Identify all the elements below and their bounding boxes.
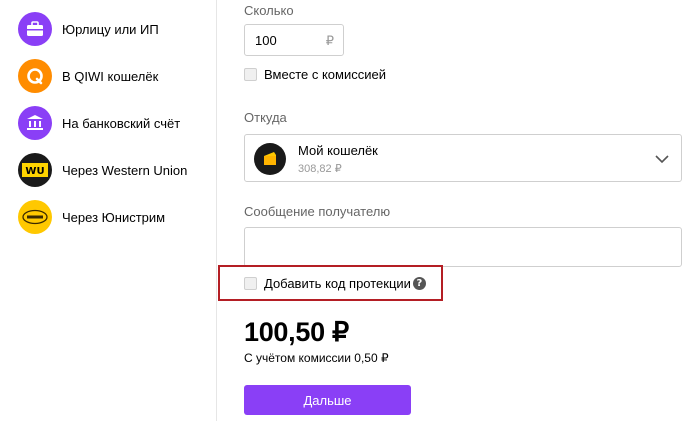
sidebar-divider — [216, 0, 217, 421]
wallet-balance: 308,82 ₽ — [298, 163, 342, 175]
bank-icon — [18, 106, 52, 140]
source-wallet-select[interactable]: Мой кошелёк 308,82 ₽ — [244, 134, 682, 182]
source-label: Откуда — [244, 110, 287, 125]
protection-code-label: Добавить код протекции — [264, 276, 411, 291]
message-input[interactable] — [244, 227, 682, 267]
total-amount: 100,50 ₽ — [244, 317, 349, 347]
message-label: Сообщение получателю — [244, 204, 391, 219]
currency-symbol: ₽ — [325, 33, 334, 48]
sidebar-item-label: В QIWI кошелёк — [62, 68, 159, 84]
checkbox-box[interactable] — [244, 68, 257, 81]
checkbox-box[interactable] — [244, 277, 257, 290]
sidebar-item-qiwi-wallet[interactable]: В QIWI кошелёк — [18, 59, 158, 93]
amount-label: Сколько — [244, 3, 294, 18]
next-button[interactable]: Дальше — [244, 385, 411, 415]
amount-value: 100 — [255, 33, 277, 48]
sidebar-item-label: Через Western Union — [62, 162, 188, 178]
commission-note: С учётом комиссии 0,50 ₽ — [244, 351, 389, 365]
sidebar-item-bank-account[interactable]: На банковский счёт — [18, 106, 180, 140]
briefcase-icon — [18, 12, 52, 46]
unistream-logo-icon — [18, 200, 52, 234]
wallet-icon — [254, 143, 286, 175]
sidebar-item-unistream[interactable]: Через Юнистрим — [18, 200, 165, 234]
sidebar-item-legal-entity[interactable]: Юрлицу или ИП — [18, 12, 159, 46]
help-icon[interactable]: ? — [412, 277, 426, 290]
with-commission-checkbox[interactable]: Вместе с комиссией — [244, 67, 386, 82]
wallet-name: Мой кошелёк — [298, 143, 378, 158]
sidebar-item-label: Юрлицу или ИП — [62, 21, 159, 37]
protection-code-checkbox[interactable]: Добавить код протекции ? — [244, 276, 426, 291]
qiwi-logo-icon — [18, 59, 52, 93]
sidebar-item-label: На банковский счёт — [62, 115, 181, 131]
chevron-down-icon[interactable] — [655, 151, 669, 169]
sidebar-item-western-union[interactable]: WU Через Western Union — [18, 153, 187, 187]
sidebar-item-label: Через Юнистрим — [62, 209, 166, 225]
svg-text:WU: WU — [25, 166, 44, 177]
amount-input[interactable]: 100 ₽ — [244, 24, 344, 56]
with-commission-label: Вместе с комиссией — [264, 67, 386, 82]
sidebar: Юрлицу или ИП В QIWI кошелёк На банковск… — [0, 0, 216, 421]
western-union-logo-icon: WU — [18, 153, 52, 187]
